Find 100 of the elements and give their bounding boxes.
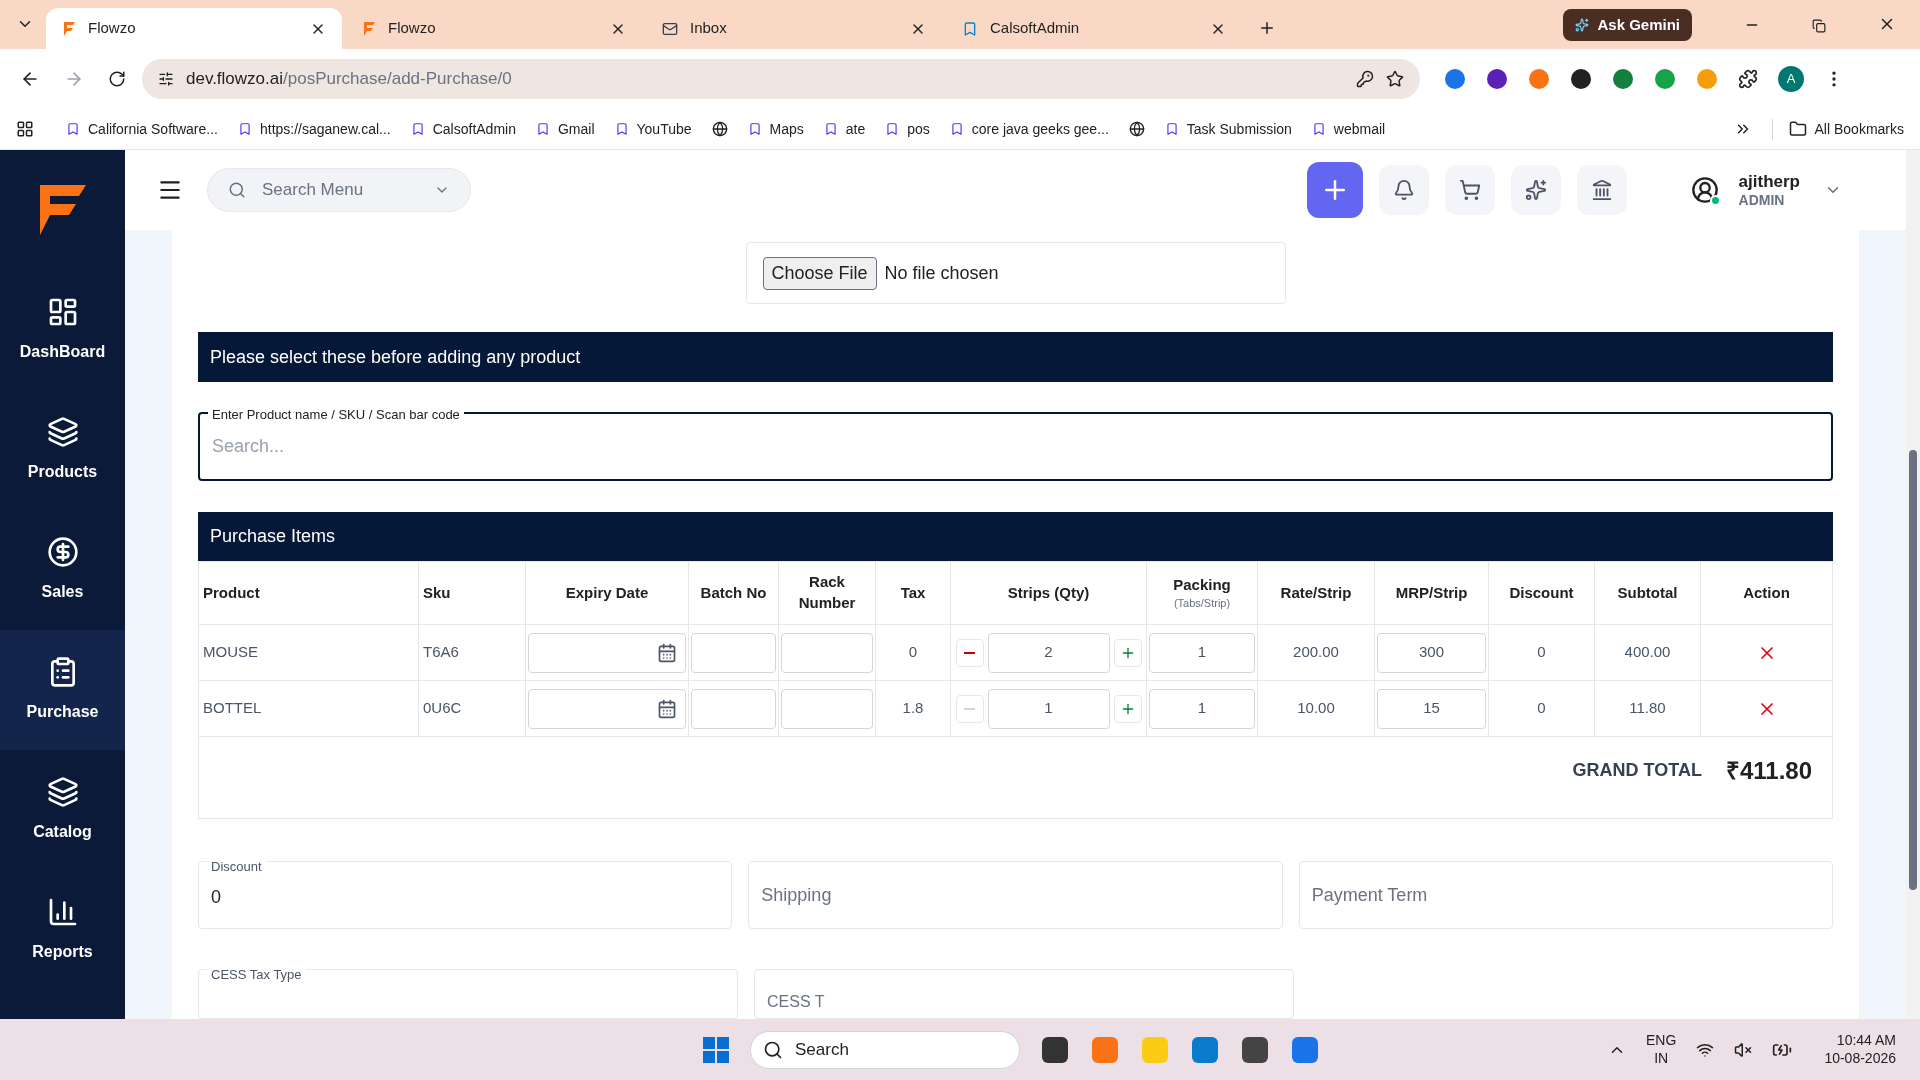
site-info-icon[interactable] [158, 71, 174, 87]
date-field[interactable] [528, 688, 686, 729]
input-field[interactable]: CESS T [754, 969, 1294, 1019]
browser-tab[interactable]: Flowzo [46, 8, 342, 49]
increment-button[interactable] [1113, 694, 1142, 723]
extension-icon[interactable] [1570, 68, 1592, 90]
table-cell: 11.80 [1594, 680, 1701, 737]
all-bookmarks-link[interactable]: All Bookmarks [1771, 118, 1904, 140]
clock-date: 10-08-2026 [1824, 1049, 1896, 1067]
field-placeholder: Shipping [761, 883, 832, 907]
user-name: ajitherp [1738, 170, 1800, 192]
bell-button[interactable] [1378, 165, 1429, 215]
globe-icon[interactable] [711, 121, 728, 137]
user-avatar-icon[interactable] [1690, 176, 1719, 204]
bookmark-link[interactable]: California Software... [66, 118, 218, 140]
bookmark-link[interactable]: core java geeks gee... [949, 118, 1109, 140]
profile-avatar[interactable]: A [1778, 66, 1804, 92]
table-cell: 1.8 [875, 680, 951, 737]
mail-icon [662, 20, 678, 37]
mute-icon[interactable] [1734, 1040, 1753, 1059]
quantity-field[interactable]: 1 [987, 688, 1110, 729]
column-header: Expiry Date [525, 561, 689, 625]
browser-tab[interactable]: CalsoftAdmin [946, 8, 1242, 49]
column-header: Strips (Qty) [950, 561, 1147, 625]
scrollbar-thumb[interactable] [1909, 450, 1917, 890]
bookmark-icon [614, 122, 629, 136]
bookmark-icon [410, 122, 425, 136]
rack-field[interactable] [781, 688, 873, 729]
bookmark-link[interactable]: YouTube [614, 118, 692, 140]
input-field[interactable]: Shipping [748, 861, 1283, 929]
sidebar-item[interactable]: Reports [0, 870, 125, 990]
layers-icon [46, 416, 79, 448]
bookmark-icon [885, 122, 900, 136]
bookmark-link[interactable]: https://saganew.cal... [237, 118, 391, 140]
file-input[interactable]: Choose File No file chosen [745, 242, 1286, 304]
batch-field[interactable] [691, 632, 776, 673]
sidebar-item[interactable]: Sales [0, 510, 125, 630]
restore-icon[interactable] [1812, 19, 1826, 33]
bookmark-link[interactable]: pos [885, 118, 930, 140]
bookmark-link[interactable]: Gmail [535, 118, 595, 140]
column-header: Action [1700, 561, 1833, 625]
key-icon[interactable] [1356, 70, 1374, 88]
browser-tab[interactable]: Inbox [646, 8, 942, 49]
input-field[interactable]: Payment Term [1298, 861, 1833, 929]
column-header: Product [198, 561, 419, 625]
increment-button[interactable] [1113, 638, 1142, 667]
cart-button[interactable] [1444, 165, 1495, 215]
bookmark-icon [823, 122, 838, 136]
windows-icon[interactable] [702, 1035, 730, 1064]
packing-field[interactable]: 1 [1149, 632, 1255, 673]
sidebar-item[interactable]: Catalog [0, 750, 125, 870]
bookmark-link[interactable]: webmail [1311, 118, 1386, 140]
extension-icon[interactable] [1486, 68, 1508, 90]
add-button[interactable] [1306, 162, 1363, 218]
bank-icon [1590, 179, 1613, 201]
bookmark-link[interactable]: CalsoftAdmin [410, 118, 516, 140]
flame-icon [62, 20, 76, 37]
bookmark-link[interactable]: ate [823, 118, 866, 140]
sparkles-icon [1524, 179, 1547, 201]
choose-file-button[interactable]: Choose File [762, 256, 877, 290]
ask-gemini-button[interactable]: Ask Gemini [1563, 9, 1692, 41]
calendar-icon[interactable] [657, 642, 677, 663]
new-tab-icon[interactable] [1258, 19, 1276, 37]
url-text: dev.flowzo.ai/posPurchase/add-Purchase/0 [186, 68, 513, 91]
mrp-field[interactable]: 300 [1377, 632, 1486, 673]
table-cell: 200.00 [1257, 624, 1375, 681]
bank-button[interactable] [1576, 165, 1627, 215]
packing-field[interactable]: 1 [1149, 688, 1255, 729]
reload-icon[interactable] [108, 70, 126, 88]
extensions-icon[interactable] [1738, 69, 1758, 89]
globe-icon[interactable] [1128, 121, 1145, 137]
browser-tab[interactable]: Flowzo [346, 8, 642, 49]
grand-total-value: ₹411.80 [1725, 755, 1812, 786]
apps-icon[interactable] [16, 120, 34, 138]
decrement-button[interactable] [955, 638, 984, 667]
sparkles-button[interactable] [1510, 165, 1561, 215]
batch-field[interactable] [691, 688, 776, 729]
search-icon [763, 1039, 783, 1060]
star-icon[interactable] [1386, 70, 1404, 88]
field-value: 0 [211, 885, 221, 909]
quantity-field[interactable]: 2 [987, 632, 1110, 673]
app-icon[interactable] [1040, 1034, 1070, 1065]
column-header: Rate/Strip [1257, 561, 1375, 625]
sidebar-item[interactable]: Products [0, 390, 125, 510]
cart-icon [1458, 179, 1481, 201]
app-icon[interactable] [1240, 1034, 1270, 1065]
taskbar-search[interactable]: Search [750, 1030, 1020, 1069]
search-menu-field[interactable]: Search Menu [207, 168, 471, 212]
calendar-icon[interactable] [657, 698, 677, 719]
date-field[interactable] [528, 632, 686, 673]
bookmark-icon [1164, 122, 1179, 136]
mrp-field[interactable]: 15 [1377, 688, 1486, 729]
table-cell: 0 [1488, 624, 1595, 681]
bookmark-link[interactable]: Maps [747, 118, 804, 140]
address-bar[interactable]: dev.flowzo.ai/posPurchase/add-Purchase/0 [142, 59, 1420, 99]
column-header: Packing (Tabs/Strip) [1146, 561, 1258, 625]
sidebar-item[interactable]: DashBoard [0, 270, 125, 390]
sidebar-item[interactable]: Purchase [0, 630, 125, 750]
rack-field[interactable] [781, 632, 873, 673]
bookmark-link[interactable]: Task Submission [1164, 118, 1292, 140]
